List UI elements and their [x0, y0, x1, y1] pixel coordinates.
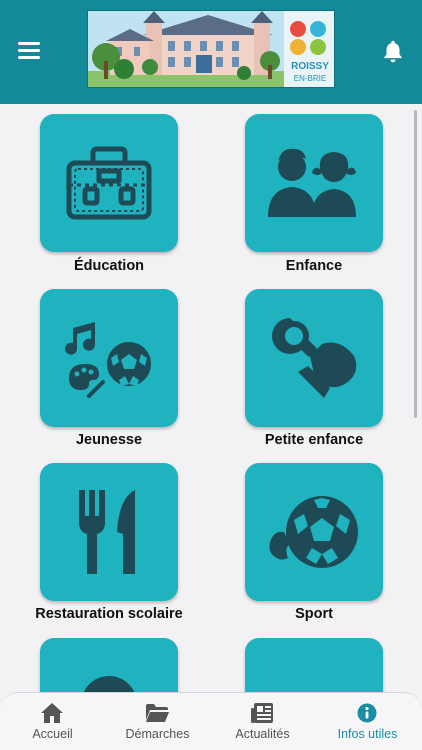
folder-icon	[146, 704, 169, 722]
bottom-tab-bar: Accueil Démarches Actualités Infos utile…	[0, 692, 422, 750]
tab-infos-utiles[interactable]: Infos utiles	[315, 693, 420, 750]
tile-restauration-scolaire-label: Restauration scolaire	[35, 606, 183, 622]
home-icon	[41, 703, 63, 723]
tile-jeunesse-label: Jeunesse	[75, 432, 143, 448]
music-ball-palette-icon	[65, 322, 151, 398]
tile-enfance-label: Enfance	[285, 258, 343, 274]
fork-knife-icon	[79, 490, 135, 574]
children-icon	[268, 148, 356, 217]
tab-actualites-label: Actualités	[235, 727, 290, 741]
tile-sport-label: Sport	[295, 606, 333, 622]
tab-accueil[interactable]: Accueil	[0, 693, 105, 750]
tile-enfance[interactable]	[245, 114, 383, 252]
tile-jeunesse[interactable]	[40, 289, 178, 427]
hamburger-menu-icon[interactable]	[18, 42, 40, 60]
tile-petite-enfance[interactable]	[245, 289, 383, 427]
tab-demarches[interactable]: Démarches	[105, 693, 210, 750]
tab-demarches-label: Démarches	[125, 727, 190, 741]
app-header: ROISSY EN-BRIE	[0, 0, 422, 104]
soccer-ball-icon	[269, 496, 358, 568]
logo-text-roissy: ROISSY	[291, 61, 329, 72]
briefcase-icon	[66, 146, 152, 220]
newspaper-icon	[251, 703, 273, 723]
tile-petite-enfance-label: Petite enfance	[264, 432, 364, 448]
tile-restauration-scolaire[interactable]	[40, 463, 178, 601]
tab-actualites[interactable]: Actualités	[210, 693, 315, 750]
tile-education-label: Éducation	[73, 258, 145, 274]
scrollbar[interactable]	[414, 110, 417, 418]
logo-text-en-brie: EN-BRIE	[294, 74, 326, 83]
info-icon	[357, 703, 377, 723]
tab-accueil-label: Accueil	[32, 727, 73, 741]
bell-icon[interactable]	[380, 38, 406, 64]
tab-infos-utiles-label: Infos utiles	[337, 727, 398, 741]
pacifier-icon	[272, 318, 357, 398]
town-banner-logo: ROISSY EN-BRIE	[87, 10, 335, 88]
tile-education[interactable]	[40, 114, 178, 252]
partial-tile-icon	[81, 676, 137, 698]
tile-sport[interactable]	[245, 463, 383, 601]
